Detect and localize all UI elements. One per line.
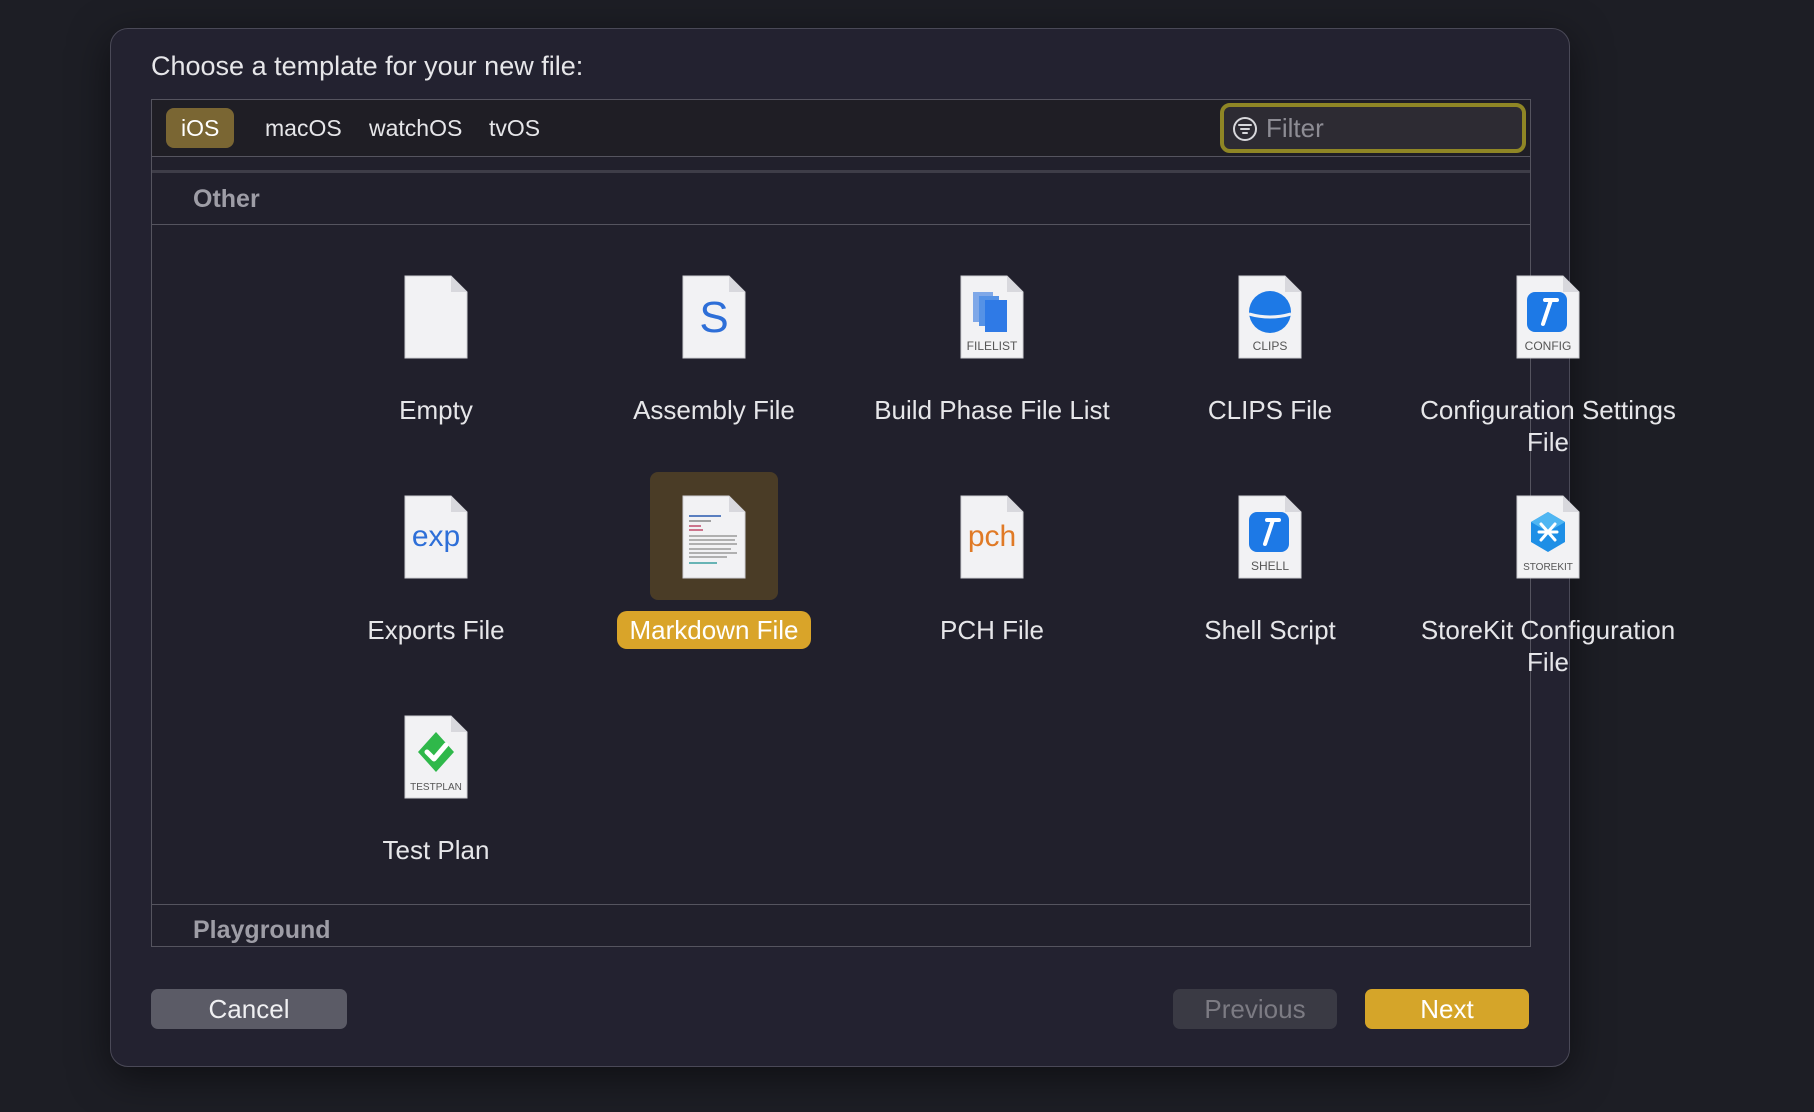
clips-icon: CLIPS	[1206, 252, 1334, 380]
next-button[interactable]: Next	[1365, 989, 1529, 1029]
template-empty[interactable]: Empty	[297, 252, 575, 452]
filter-field[interactable]	[1220, 103, 1526, 153]
template-grid: Empty S Assembly File FILELIST Build Pha…	[152, 226, 1676, 904]
section-header-other: Other	[152, 173, 1530, 225]
storekit-icon: STOREKIT	[1484, 472, 1612, 600]
template-shell-script[interactable]: SHELL Shell Script	[1131, 472, 1409, 672]
template-pch-file[interactable]: pch PCH File	[853, 472, 1131, 672]
tab-macos[interactable]: macOS	[250, 108, 357, 148]
template-label: Exports File	[367, 615, 505, 645]
template-storekit-configuration-file[interactable]: STOREKIT StoreKit Configuration File	[1409, 472, 1687, 677]
glyph-text: exp	[412, 520, 460, 553]
section-header-playground: Playground	[152, 904, 1530, 948]
template-label: Test Plan	[382, 835, 490, 865]
template-label: StoreKit Configuration File	[1420, 615, 1676, 677]
filelist-icon: FILELIST	[928, 252, 1056, 380]
markdown-file-icon	[650, 472, 778, 600]
glyph-text: pch	[968, 520, 1016, 553]
badge-text: TESTPLAN	[410, 782, 462, 793]
template-assembly-file[interactable]: S Assembly File	[575, 252, 853, 452]
config-icon: CONFIG	[1484, 252, 1612, 380]
template-configuration-settings-file[interactable]: CONFIG Configuration Settings File	[1409, 252, 1687, 457]
shell-script-icon: SHELL	[1206, 472, 1334, 600]
template-markdown-file[interactable]: Markdown File	[575, 472, 853, 672]
pch-file-icon: pch	[928, 472, 1056, 600]
badge-text: STOREKIT	[1523, 562, 1573, 573]
cancel-button[interactable]: Cancel	[151, 989, 347, 1029]
tab-tvos[interactable]: tvOS	[474, 108, 555, 148]
filter-input[interactable]	[1266, 111, 1516, 145]
badge-text: CLIPS	[1253, 339, 1288, 353]
badge-text: SHELL	[1251, 559, 1289, 573]
new-file-dialog: Choose a template for your new file: iOS…	[110, 28, 1676, 1067]
template-clips-file[interactable]: CLIPS CLIPS File	[1131, 252, 1409, 452]
template-label: PCH File	[939, 615, 1044, 645]
template-chooser: iOS macOS watchOS tvOS Other	[151, 99, 1676, 948]
exports-file-icon: exp	[372, 472, 500, 600]
dialog-title: Choose a template for your new file:	[151, 51, 584, 81]
badge-text: CONFIG	[1525, 339, 1572, 353]
template-label: Empty	[399, 395, 473, 425]
filter-icon	[1233, 117, 1257, 141]
template-exports-file[interactable]: exp Exports File	[297, 472, 575, 672]
template-label: Build Phase File List	[874, 395, 1110, 425]
template-label: Configuration Settings File	[1420, 395, 1676, 457]
testplan-icon: TESTPLAN	[372, 692, 500, 820]
template-test-plan[interactable]: TESTPLAN Test Plan	[297, 692, 575, 892]
template-label: CLIPS File	[1207, 395, 1333, 425]
template-label: Markdown File	[617, 611, 811, 649]
platform-tab-bar: iOS macOS watchOS tvOS	[152, 100, 1530, 157]
template-label: Assembly File	[633, 395, 795, 425]
empty-file-icon	[372, 252, 500, 380]
assembly-file-icon: S	[650, 252, 778, 380]
template-build-phase-file-list[interactable]: FILELIST Build Phase File List	[853, 252, 1131, 452]
badge-text: FILELIST	[967, 339, 1018, 353]
glyph-text: S	[699, 293, 728, 342]
tab-ios[interactable]: iOS	[166, 108, 235, 148]
tab-watchos[interactable]: watchOS	[354, 108, 477, 148]
previous-button[interactable]: Previous	[1173, 989, 1337, 1029]
template-label: Shell Script	[1204, 615, 1336, 645]
